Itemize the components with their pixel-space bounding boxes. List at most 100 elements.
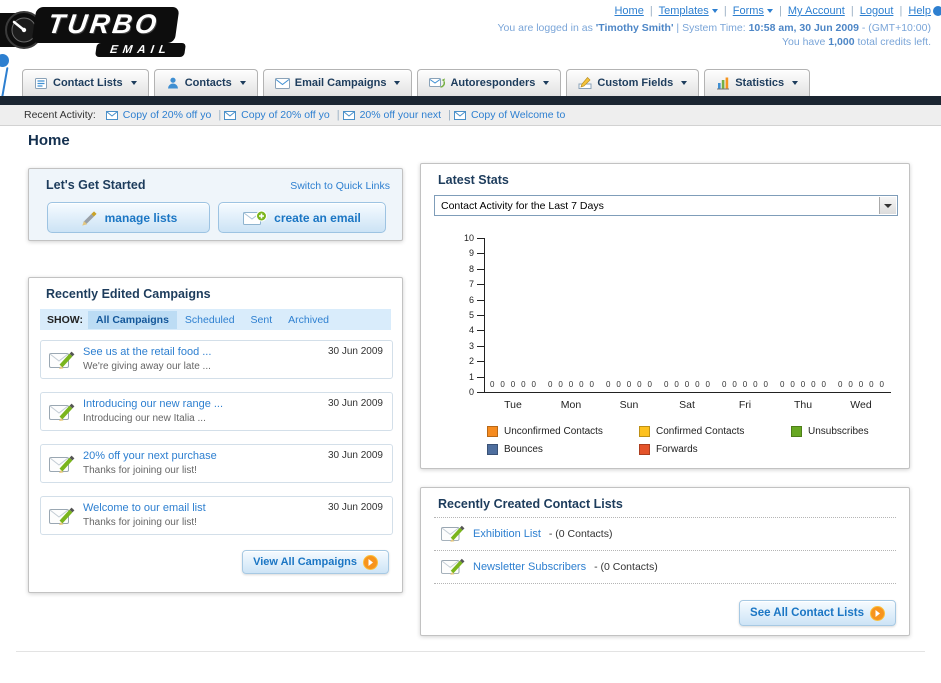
nav-separator: | bbox=[649, 5, 653, 17]
stats-period-select[interactable]: Contact Activity for the Last 7 Days bbox=[434, 195, 898, 216]
filter-scheduled[interactable]: Scheduled bbox=[177, 311, 243, 329]
tab-contact-lists[interactable]: Contact Lists bbox=[22, 69, 149, 96]
view-all-campaigns-button[interactable]: View All Campaigns bbox=[242, 550, 389, 574]
bar-value-labels: 00000 bbox=[490, 380, 536, 389]
arrow-circle-icon bbox=[363, 554, 378, 570]
tab-label: Contact Lists bbox=[53, 77, 123, 89]
see-all-contact-lists-button[interactable]: See All Contact Lists bbox=[739, 600, 896, 626]
bar-value-label: 0 bbox=[705, 380, 710, 389]
recent-activity-link[interactable]: 20% off your next bbox=[360, 109, 442, 121]
bar-value-label: 0 bbox=[821, 380, 826, 389]
campaign-row[interactable]: 20% off your next purchase Thanks for jo… bbox=[40, 444, 393, 483]
email-campaigns-icon bbox=[274, 77, 290, 89]
legend-swatch bbox=[487, 444, 498, 455]
contact-list-link[interactable]: Newsletter Subscribers bbox=[473, 561, 586, 573]
tab-custom-fields[interactable]: Custom Fields bbox=[566, 69, 700, 96]
bar-value-label: 0 bbox=[579, 380, 584, 389]
y-axis-label: 2 bbox=[468, 356, 474, 367]
nav-home-link[interactable]: Home bbox=[614, 5, 643, 17]
campaign-row[interactable]: Introducing our new range ... Introducin… bbox=[40, 392, 393, 431]
legend-row: Bounces Forwards bbox=[487, 444, 941, 455]
recent-activity-item[interactable]: Copy of Welcome to bbox=[453, 109, 565, 121]
nav-forms-link[interactable]: Forms bbox=[733, 5, 764, 17]
contact-list-row[interactable]: Exhibition List - (0 Contacts) bbox=[441, 524, 612, 543]
chevron-down-icon bbox=[792, 81, 799, 85]
nav-logout-link[interactable]: Logout bbox=[860, 5, 894, 17]
bar-value-label: 0 bbox=[548, 380, 553, 389]
bar-value-label: 0 bbox=[531, 380, 536, 389]
campaign-title-link[interactable]: Welcome to our email list bbox=[83, 501, 206, 516]
tab-contacts[interactable]: Contacts bbox=[153, 69, 258, 96]
campaign-title-link[interactable]: See us at the retail food ... bbox=[83, 345, 211, 360]
campaign-row[interactable]: Welcome to our email list Thanks for joi… bbox=[40, 496, 393, 535]
y-axis-label: 0 bbox=[468, 387, 474, 397]
view-all-campaigns-label: View All Campaigns bbox=[253, 556, 357, 568]
y-axis-tick bbox=[477, 315, 484, 316]
statistics-icon bbox=[717, 77, 730, 90]
activity-separator: | bbox=[448, 109, 451, 121]
legend-swatch bbox=[639, 444, 650, 455]
x-axis-label: Sun bbox=[619, 399, 639, 411]
recent-activity-label: Recent Activity: bbox=[24, 109, 96, 121]
custom-fields-icon bbox=[578, 76, 592, 89]
create-email-button[interactable]: create an email bbox=[218, 202, 386, 233]
y-axis bbox=[484, 238, 485, 393]
contact-list-count: - (0 Contacts) bbox=[548, 527, 613, 540]
nav-my-account-link[interactable]: My Account bbox=[788, 5, 845, 17]
tab-autoresponders[interactable]: Autoresponders bbox=[417, 69, 562, 96]
nav-help-link[interactable]: Help bbox=[908, 5, 931, 17]
nav-templates-link[interactable]: Templates bbox=[659, 5, 709, 17]
bar-value-labels: 00000 bbox=[722, 380, 768, 389]
y-axis-label: 7 bbox=[468, 279, 474, 290]
filter-all-campaigns[interactable]: All Campaigns bbox=[87, 310, 177, 329]
y-axis-tick bbox=[477, 330, 484, 332]
campaign-title-link[interactable]: Introducing our new range ... bbox=[83, 397, 223, 412]
contact-list-link[interactable]: Exhibition List bbox=[473, 528, 541, 540]
contact-lists-icon bbox=[35, 78, 47, 89]
recent-activity-bar: Recent Activity: Copy of 20% off yo | Co… bbox=[0, 105, 941, 126]
system-time-label: System Time: bbox=[682, 22, 746, 34]
filter-sent[interactable]: Sent bbox=[243, 311, 281, 329]
campaign-row[interactable]: See us at the retail food ... We're givi… bbox=[40, 340, 393, 379]
chevron-down-icon[interactable] bbox=[879, 197, 896, 214]
credits-prefix: You have bbox=[781, 36, 826, 48]
bar-value-label: 0 bbox=[521, 380, 526, 389]
x-axis-label: Sat bbox=[679, 399, 695, 411]
manage-lists-button[interactable]: manage lists bbox=[47, 202, 210, 233]
show-label: SHOW: bbox=[47, 313, 83, 326]
bar-value-label: 0 bbox=[838, 380, 843, 389]
stats-legend: Unconfirmed Contacts Confirmed Contacts Un… bbox=[487, 426, 941, 462]
bar-value-label: 0 bbox=[811, 380, 816, 389]
bar-value-label: 0 bbox=[647, 380, 652, 389]
y-axis-tick bbox=[477, 299, 484, 301]
legend-item: Forwards bbox=[639, 444, 791, 455]
envelope-icon bbox=[342, 110, 355, 120]
logo-text-primary: TURBO bbox=[31, 7, 180, 43]
bar-value-label: 0 bbox=[753, 380, 758, 389]
login-username: 'Timothy Smith' bbox=[595, 22, 674, 34]
credits-suffix: total credits left. bbox=[857, 36, 931, 48]
recent-activity-item[interactable]: Copy of 20% off yo bbox=[224, 109, 330, 121]
tab-email-campaigns[interactable]: Email Campaigns bbox=[262, 69, 413, 96]
recent-activity-link[interactable]: Copy of 20% off yo bbox=[123, 109, 212, 121]
bar-value-label: 0 bbox=[732, 380, 737, 389]
y-axis-tick bbox=[477, 345, 484, 347]
legend-item: Bounces bbox=[487, 444, 639, 455]
pencil-icon bbox=[81, 210, 97, 226]
recent-activity-item[interactable]: 20% off your next bbox=[342, 109, 442, 121]
latest-stats-panel: Latest Stats Contact Activity for the La… bbox=[420, 163, 910, 469]
recent-activity-link[interactable]: Copy of 20% off yo bbox=[241, 109, 330, 121]
envelope-plus-icon bbox=[243, 210, 268, 225]
y-axis-tick bbox=[477, 392, 484, 393]
get-started-title: Let's Get Started bbox=[46, 178, 146, 192]
envelope-pencil-icon bbox=[49, 507, 75, 525]
campaign-title-link[interactable]: 20% off your next purchase bbox=[83, 449, 217, 464]
recent-activity-link[interactable]: Copy of Welcome to bbox=[471, 109, 565, 121]
filter-archived[interactable]: Archived bbox=[280, 311, 337, 329]
bar-value-label: 0 bbox=[848, 380, 853, 389]
switch-quick-links-link[interactable]: Switch to Quick Links bbox=[290, 180, 390, 192]
legend-item: Confirmed Contacts bbox=[639, 426, 791, 437]
recent-activity-item[interactable]: Copy of 20% off yo bbox=[105, 109, 212, 121]
contact-list-row[interactable]: Newsletter Subscribers - (0 Contacts) bbox=[441, 557, 658, 576]
tab-statistics[interactable]: Statistics bbox=[704, 69, 811, 96]
